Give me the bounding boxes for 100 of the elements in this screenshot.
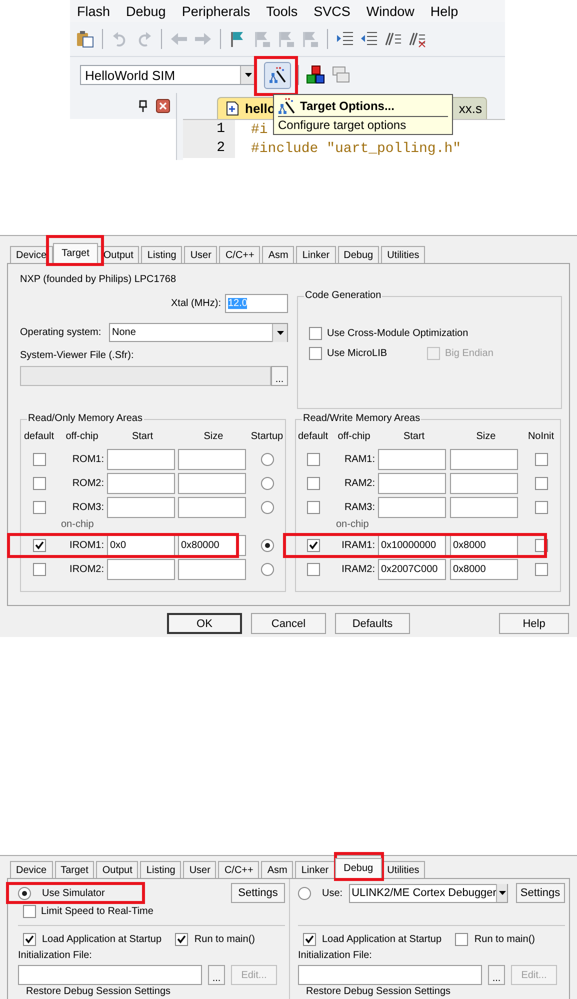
menu-item[interactable]: Debug bbox=[126, 4, 166, 18]
checkbox[interactable] bbox=[23, 905, 36, 918]
section-label: on-chip bbox=[335, 519, 370, 532]
checkbox[interactable] bbox=[32, 476, 46, 490]
tab[interactable]: Device bbox=[10, 861, 53, 878]
checkbox[interactable] bbox=[306, 452, 320, 466]
input-field[interactable] bbox=[450, 448, 518, 470]
checkbox[interactable] bbox=[534, 562, 548, 576]
radio-button[interactable] bbox=[260, 562, 274, 576]
menu-item[interactable]: Tools bbox=[266, 4, 298, 18]
checkbox[interactable] bbox=[32, 452, 46, 466]
checkbox[interactable] bbox=[534, 500, 548, 514]
settings-button[interactable]: Settings bbox=[516, 883, 565, 903]
close-icon[interactable] bbox=[156, 99, 170, 113]
checkbox[interactable] bbox=[306, 476, 320, 490]
checkbox[interactable] bbox=[306, 500, 320, 514]
radio-button[interactable] bbox=[260, 476, 274, 490]
tab[interactable]: Debug bbox=[338, 246, 380, 263]
input-field[interactable] bbox=[450, 496, 518, 518]
input-field[interactable] bbox=[107, 472, 175, 494]
tab[interactable]: Linker bbox=[296, 246, 336, 263]
checkbox[interactable] bbox=[309, 347, 322, 360]
settings-button[interactable]: Settings bbox=[231, 883, 285, 903]
input-field[interactable] bbox=[178, 558, 246, 580]
tab[interactable]: Utilities bbox=[381, 246, 426, 263]
checkbox[interactable] bbox=[309, 327, 322, 340]
pin-icon[interactable] bbox=[138, 100, 148, 112]
input-field[interactable] bbox=[450, 472, 518, 494]
browse-button[interactable]: ... bbox=[488, 965, 505, 985]
comment-icon[interactable] bbox=[384, 30, 402, 48]
checkbox[interactable] bbox=[303, 932, 316, 946]
tab[interactable]: Listing bbox=[140, 861, 182, 878]
checkbox[interactable] bbox=[306, 562, 320, 576]
input-field[interactable]: 0x2007C000 bbox=[378, 558, 446, 580]
dialog-button[interactable]: Cancel bbox=[251, 613, 326, 634]
tab[interactable]: User bbox=[183, 861, 216, 878]
input-field[interactable] bbox=[107, 448, 175, 470]
menu-item[interactable]: SVCS bbox=[314, 4, 350, 18]
input-field[interactable] bbox=[298, 965, 482, 985]
radio-button[interactable] bbox=[298, 886, 311, 900]
radio-button[interactable] bbox=[260, 538, 274, 552]
dropdown[interactable]: None bbox=[109, 323, 288, 342]
tab[interactable]: Target bbox=[52, 243, 98, 263]
checkbox[interactable] bbox=[32, 500, 46, 514]
input-field[interactable] bbox=[378, 472, 446, 494]
tab[interactable]: Linker bbox=[295, 861, 335, 878]
checkbox[interactable] bbox=[23, 932, 36, 946]
menu-item[interactable]: Peripherals bbox=[182, 4, 250, 18]
radio-button[interactable] bbox=[18, 886, 31, 900]
tab[interactable]: Output bbox=[97, 246, 140, 263]
input-field[interactable] bbox=[378, 448, 446, 470]
input-field[interactable] bbox=[178, 472, 246, 494]
uncomment-icon[interactable] bbox=[408, 30, 426, 48]
dropdown[interactable]: ULINK2/ME Cortex Debugger bbox=[348, 884, 508, 902]
windows-icon[interactable] bbox=[331, 65, 351, 85]
dialog-button[interactable]: Help bbox=[499, 613, 569, 634]
tab[interactable]: User bbox=[184, 246, 218, 263]
checkbox[interactable] bbox=[175, 932, 188, 946]
menu-item[interactable]: Help bbox=[430, 4, 458, 18]
tab[interactable]: Target bbox=[54, 861, 94, 878]
tab[interactable]: C/C++ bbox=[219, 246, 260, 263]
radio-button[interactable] bbox=[260, 500, 274, 514]
tab[interactable]: Debug bbox=[334, 858, 382, 878]
outdent-icon[interactable] bbox=[360, 30, 378, 48]
tab[interactable]: Device bbox=[10, 246, 53, 263]
tab[interactable]: Asm bbox=[261, 861, 294, 878]
target-options-button[interactable] bbox=[264, 62, 291, 88]
tab-label[interactable]: xx.s bbox=[458, 101, 482, 116]
checkbox[interactable] bbox=[306, 538, 320, 552]
tab[interactable]: Utilities bbox=[381, 861, 426, 878]
input-field[interactable] bbox=[378, 496, 446, 518]
browse-button[interactable]: ... bbox=[208, 965, 225, 985]
checkbox[interactable] bbox=[534, 476, 548, 490]
column-header: default bbox=[22, 430, 56, 442]
indent-icon[interactable] bbox=[336, 30, 354, 48]
clipboard-icon[interactable] bbox=[76, 30, 94, 48]
input-field[interactable] bbox=[107, 558, 175, 580]
checkbox[interactable] bbox=[32, 538, 46, 552]
menu-item[interactable]: Flash bbox=[77, 4, 110, 18]
input-field[interactable]: 0x10000000 bbox=[378, 534, 446, 556]
checkbox[interactable] bbox=[534, 452, 548, 466]
input-field[interactable]: 0x0 bbox=[107, 534, 175, 556]
input-field[interactable] bbox=[178, 496, 246, 518]
input-field[interactable] bbox=[18, 965, 202, 985]
checkbox[interactable] bbox=[455, 932, 468, 946]
menu-item[interactable]: Window bbox=[366, 4, 414, 18]
colored-blocks-icon[interactable] bbox=[306, 65, 326, 85]
dialog-button[interactable]: Defaults bbox=[335, 613, 410, 634]
input-field[interactable] bbox=[107, 496, 175, 518]
checkbox[interactable] bbox=[32, 562, 46, 576]
input-field[interactable] bbox=[178, 448, 246, 470]
tab[interactable]: Asm bbox=[262, 246, 294, 263]
target-dropdown[interactable]: HelloWorld SIM bbox=[80, 65, 256, 85]
radio-button[interactable] bbox=[260, 452, 274, 466]
tab[interactable]: C/C++ bbox=[218, 861, 260, 878]
input-field[interactable]: 0x8000 bbox=[450, 534, 518, 556]
input-field[interactable]: 0x8000 bbox=[450, 558, 518, 580]
dialog-button[interactable]: OK bbox=[167, 613, 242, 634]
tab[interactable]: Output bbox=[96, 861, 138, 878]
tab[interactable]: Listing bbox=[141, 246, 182, 263]
